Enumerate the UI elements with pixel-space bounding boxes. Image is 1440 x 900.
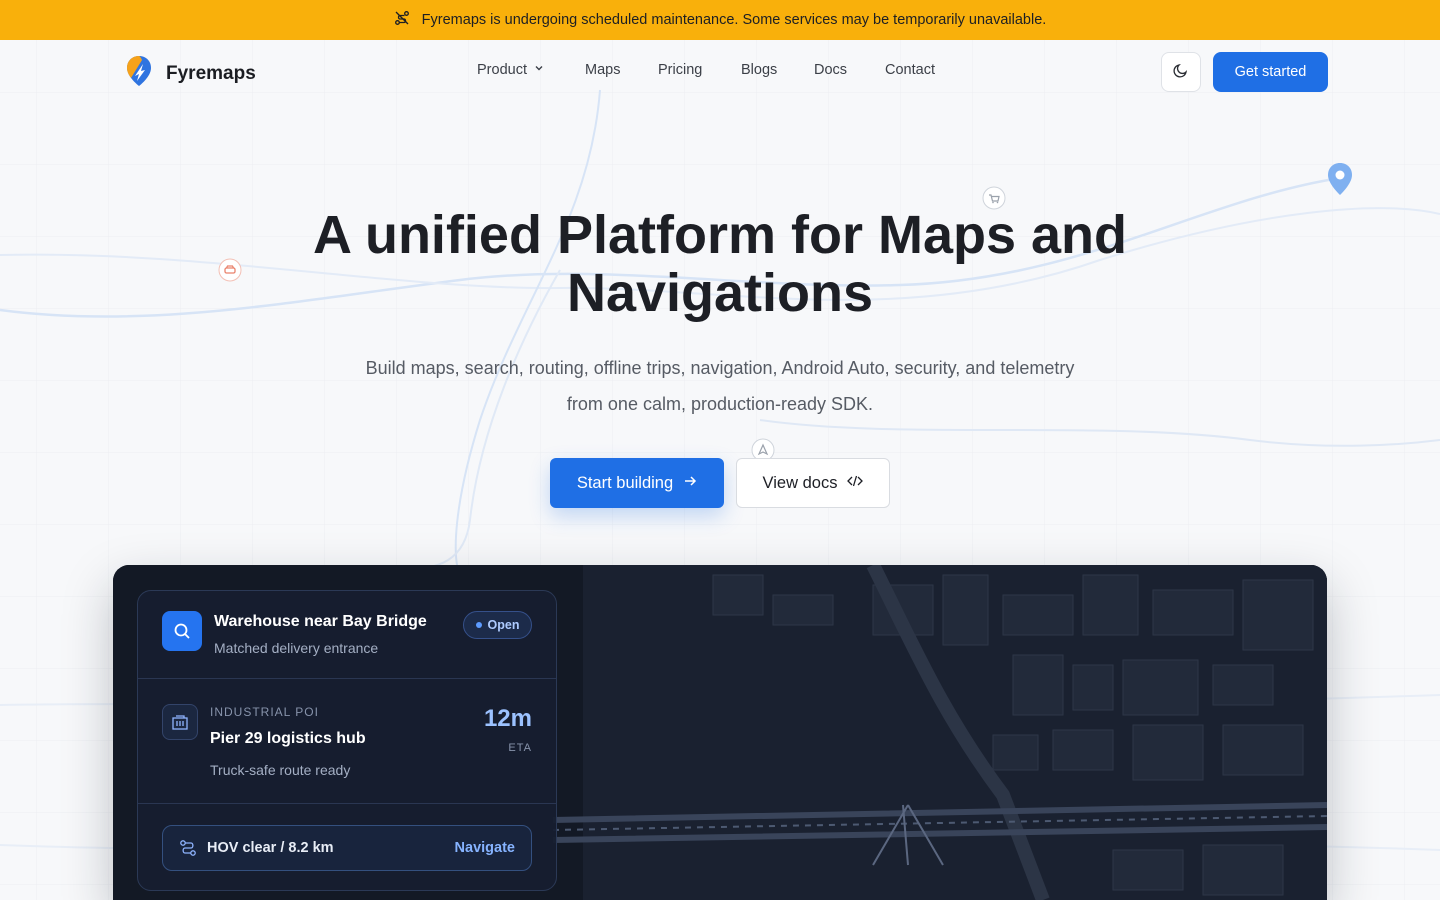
nav-maps-label: Maps <box>585 62 621 78</box>
hero-subtitle-line2: from one calm, production-ready SDK. <box>566 394 874 414</box>
map-pin-icon <box>1326 162 1354 201</box>
logo-pin-icon <box>124 54 154 93</box>
route-text: HOV clear / 8.2 km <box>207 840 334 856</box>
view-docs-label: View docs <box>762 473 838 492</box>
route-icon <box>179 839 197 862</box>
poi-name: Pier 29 logistics hub <box>210 730 366 747</box>
nav-docs-label: Docs <box>814 62 848 78</box>
moon-icon <box>1173 62 1189 83</box>
nav-maps[interactable]: Maps <box>585 62 658 78</box>
building-icon <box>162 704 198 740</box>
nav-contact[interactable]: Contact <box>885 62 935 78</box>
nav-blogs[interactable]: Blogs <box>741 62 814 78</box>
route-summary[interactable]: HOV clear / 8.2 km Navigate <box>162 825 532 871</box>
nav-product-label: Product <box>477 62 527 78</box>
hero-title: A unified Platform for Maps and Navigati… <box>0 206 1440 322</box>
search-result-subtitle: Matched delivery entrance <box>214 640 379 656</box>
nav-product[interactable]: Product <box>477 62 585 78</box>
hero-title-line1: A unified Platform for Maps and <box>312 205 1128 265</box>
nav-pricing[interactable]: Pricing <box>658 62 741 78</box>
search-result-header: Warehouse near Bay Bridge Matched delive… <box>138 591 556 679</box>
get-started-button[interactable]: Get started <box>1213 52 1328 92</box>
search-icon <box>162 611 202 651</box>
start-building-label: Start building <box>576 473 674 492</box>
hero-subtitle-line1: Build maps, search, routing, offline tri… <box>365 358 1075 378</box>
nav-blogs-label: Blogs <box>741 62 778 78</box>
status-badge-label: Open <box>487 618 520 632</box>
chevron-down-icon <box>533 62 545 78</box>
start-building-button[interactable]: Start building <box>550 458 724 508</box>
search-result-title: Warehouse near Bay Bridge <box>214 613 427 630</box>
status-dot <box>475 622 482 628</box>
logo-text: Fyremaps <box>166 62 256 84</box>
maintenance-banner: Fyremaps is undergoing scheduled mainten… <box>0 0 1440 40</box>
search-result-card: Warehouse near Bay Bridge Matched delive… <box>137 590 557 891</box>
eta-label: ETA <box>508 742 532 754</box>
nav-docs[interactable]: Docs <box>814 62 885 78</box>
theme-toggle-button[interactable] <box>1161 52 1201 92</box>
map-preview[interactable]: Warehouse near Bay Bridge Matched delive… <box>113 565 1327 900</box>
route-off-icon <box>394 10 410 30</box>
site-header: Fyremaps Product Maps Pricing Blogs Docs… <box>0 40 1440 104</box>
arrow-right-icon <box>683 474 697 493</box>
nav-contact-label: Contact <box>885 62 935 78</box>
code-icon <box>847 474 864 493</box>
status-badge: Open <box>463 611 532 639</box>
poi-category: INDUSTRIAL POI <box>210 705 319 719</box>
logo[interactable]: Fyremaps <box>124 54 256 93</box>
hero-title-line2: Navigations <box>566 263 874 323</box>
banner-text: Fyremaps is undergoing scheduled mainten… <box>421 12 1047 28</box>
poi-details[interactable]: INDUSTRIAL POI Pier 29 logistics hub Tru… <box>138 679 556 804</box>
nav-pricing-label: Pricing <box>658 62 703 78</box>
eta-value: 12m <box>483 705 532 732</box>
main-nav: Product Maps Pricing Blogs Docs Contact <box>477 62 935 78</box>
poi-status: Truck-safe route ready <box>210 762 351 778</box>
view-docs-button[interactable]: View docs <box>736 458 890 508</box>
hero-subtitle: Build maps, search, routing, offline tri… <box>320 350 1120 422</box>
navigate-button[interactable]: Navigate <box>455 840 515 856</box>
